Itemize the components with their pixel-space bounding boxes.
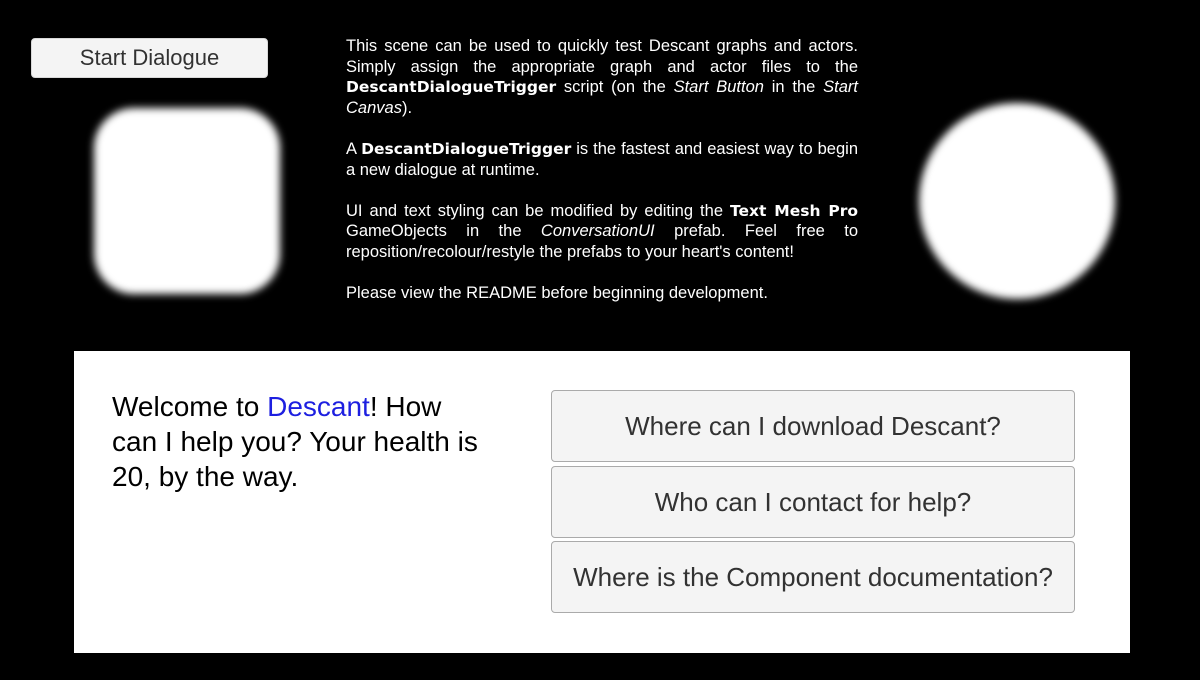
npc-portrait	[919, 103, 1115, 299]
descant-highlight: Descant	[267, 391, 370, 422]
start-dialogue-button[interactable]: Start Dialogue	[31, 38, 268, 78]
choice-button-contact[interactable]: Who can I contact for help?	[551, 466, 1075, 538]
scene-instructions: This scene can be used to quickly test D…	[346, 36, 858, 324]
instructions-paragraph-3: UI and text styling can be modified by e…	[346, 201, 859, 261]
player-portrait	[94, 108, 280, 294]
instructions-paragraph-4: Please view the README before beginning …	[346, 284, 768, 303]
conversation-panel: Welcome to Descant! How can I help you? …	[74, 351, 1130, 653]
instructions-paragraph-1: This scene can be used to quickly test D…	[346, 37, 858, 117]
instructions-paragraph-2: A DescantDialogueTrigger is the fastest …	[346, 139, 858, 179]
npc-dialogue-text: Welcome to Descant! How can I help you? …	[112, 391, 478, 492]
choice-button-documentation[interactable]: Where is the Component documentation?	[551, 541, 1075, 613]
choice-button-download[interactable]: Where can I download Descant?	[551, 390, 1075, 462]
